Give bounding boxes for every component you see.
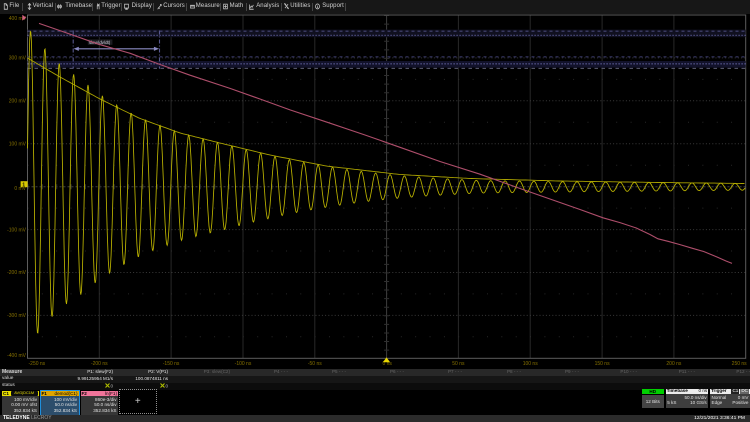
svg-text:1: 1 (22, 182, 25, 188)
svg-text:-250 ns: -250 ns (29, 361, 46, 367)
svg-text:300 mV: 300 mV (9, 56, 27, 62)
svg-text:200 ns: 200 ns (666, 361, 682, 367)
svg-text:100 ns: 100 ns (523, 361, 539, 367)
svg-text:-300 mV: -300 mV (7, 313, 27, 319)
svg-text:50 ns: 50 ns (452, 361, 465, 367)
svg-text:-150 ns: -150 ns (163, 361, 180, 367)
svg-text:-50 ns: -50 ns (308, 361, 322, 367)
svg-text:250 ns: 250 ns (732, 361, 748, 367)
svg-text:-200 mV: -200 mV (7, 270, 27, 276)
svg-text:100 mV: 100 mV (9, 142, 27, 148)
svg-text:-100 ns: -100 ns (235, 361, 252, 367)
svg-text:-100 mV: -100 mV (7, 227, 27, 233)
svg-text:-400 mV: -400 mV (7, 353, 27, 359)
svg-text:-200 ns: -200 ns (91, 361, 108, 367)
svg-text:150 ns: 150 ns (595, 361, 611, 367)
svg-text:200 mV: 200 mV (9, 99, 27, 105)
